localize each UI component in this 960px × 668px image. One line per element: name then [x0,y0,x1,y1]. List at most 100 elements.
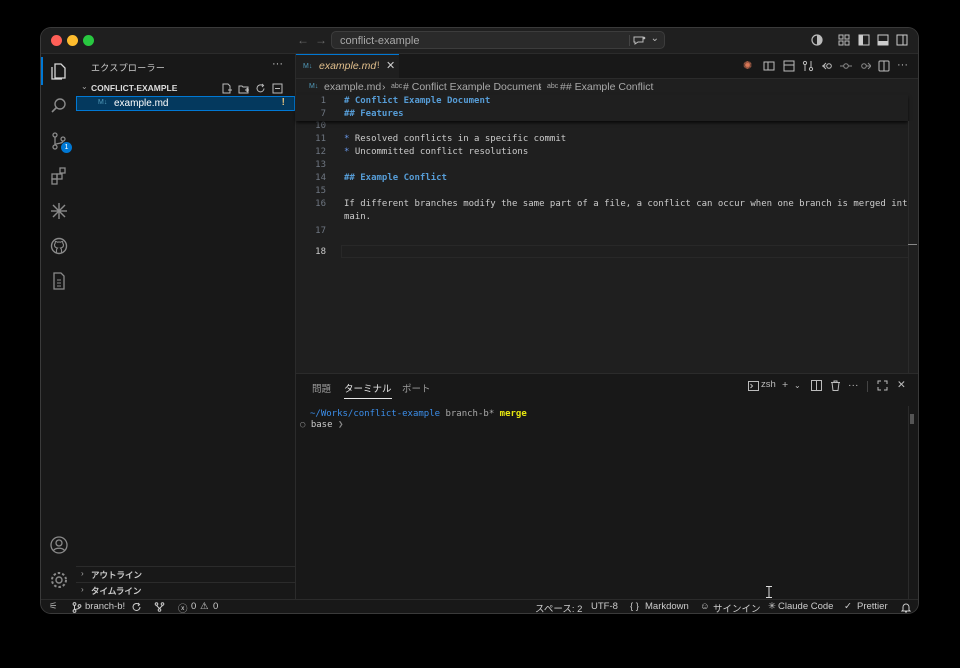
sticky-scroll[interactable]: 1 # Conflict Example Document 7 ## Featu… [296,95,908,121]
shell-name[interactable]: zsh [761,379,776,390]
code-editor[interactable]: 10 conflict resolution diff can show. 11… [296,95,918,335]
tab-terminal[interactable]: ターミナル [344,381,392,399]
activity-bar: 1 [41,54,77,599]
tab-label: example.md [319,60,377,72]
claude-asterisk-icon: ✳ [768,601,776,612]
terminal-input-line[interactable]: ○ base ❯ [300,420,343,430]
split-editor-icon[interactable] [878,60,890,72]
line-number: 10 [315,121,326,131]
editor-scrollbar[interactable] [908,121,918,374]
copilot-chat-icon[interactable] [633,35,646,46]
zoom-window-button[interactable] [83,35,94,46]
document-list-icon[interactable] [49,271,69,291]
open-changes-icon[interactable] [821,60,833,72]
toggle-primary-sidebar-icon[interactable] [858,34,870,46]
toggle-panel-icon[interactable] [877,34,889,46]
folder-name: CONFLICT-EXAMPLE [91,83,178,93]
terminal-scroll-thumb[interactable] [910,414,914,424]
github-icon[interactable] [49,236,69,256]
claude-code-icon[interactable]: ✺ [743,59,752,72]
new-terminal-icon[interactable]: + [782,379,788,391]
notifications-bell-icon[interactable] [901,602,911,613]
line-number: 16 [315,199,326,209]
breadcrumb-heading-2[interactable]: ## Example Conflict [560,81,653,93]
more-actions-icon[interactable]: ··· [848,379,859,391]
collapse-all-icon[interactable] [272,83,283,94]
split-terminal-icon[interactable] [811,380,822,391]
new-file-icon[interactable] [221,83,232,94]
settings-gear-icon[interactable] [49,570,69,590]
explorer-icon[interactable] [49,61,69,81]
close-window-button[interactable] [51,35,62,46]
terminal-scrollbar[interactable] [908,406,918,599]
code-line: * Resolved conflicts in a specific commi… [344,134,566,144]
branch-name[interactable]: branch-b! [85,601,125,612]
tab-problems[interactable]: 問題 [312,381,331,395]
warning-count[interactable]: 0 [213,601,218,612]
code-line-wrapped: main. [344,212,372,222]
git-lens-icon[interactable] [783,60,795,72]
account-icon[interactable] [49,535,69,555]
file-item-example-md[interactable]: M↓ example.md ! [76,96,295,111]
workspace-folder[interactable]: ⌄ CONFLICT-EXAMPLE [76,81,295,96]
forward-arrow-icon[interactable]: → [315,33,327,47]
close-icon[interactable]: ✕ [386,59,395,72]
refresh-icon[interactable] [255,83,266,94]
error-count[interactable]: 0 [191,601,196,612]
more-actions-icon[interactable]: ··· [897,59,908,71]
chevron-down-icon[interactable]: ⌄ [794,381,801,390]
previous-change-icon[interactable] [840,60,852,72]
indentation-status[interactable]: スペース: 2 [535,601,582,613]
minimap-cursor-marker [908,244,917,245]
remote-indicator-icon[interactable]: ⚟ [49,601,58,612]
compare-changes-icon[interactable] [802,60,814,72]
code-line: * Uncommitted conflict resolutions [344,147,528,157]
errors-icon[interactable]: ⓧ [178,601,188,613]
sticky-heading: ## Features [344,109,404,119]
breadcrumb: M↓ example.md › abc # Conflict Example D… [296,79,918,95]
command-center-search[interactable]: conflict-example ⌄ [331,31,665,49]
chevron-down-icon[interactable]: ⌄ [651,33,659,44]
encoding-status[interactable]: UTF-8 [591,601,618,612]
timeline-section[interactable]: › タイムライン [76,582,295,598]
customize-layout-icon[interactable] [838,34,850,46]
status-bar: ⚟ branch-b! ⓧ 0 ⚠ 0 スペース: 2 UTF-8 { } Ma… [41,599,918,613]
new-folder-icon[interactable] [238,83,249,94]
language-mode[interactable]: Markdown [645,601,689,612]
close-panel-icon[interactable]: ✕ [897,379,906,391]
tab-ports[interactable]: ポート [402,381,431,395]
claude-spark-icon[interactable] [49,201,69,221]
prettier-status[interactable]: Prettier [857,601,888,612]
tab-example-md[interactable]: M↓ example.md ! ✕ [296,54,399,78]
next-change-icon[interactable] [859,60,871,72]
signin-status[interactable]: サインイン [713,601,761,613]
chevron-right-icon: › [81,569,84,578]
sync-icon[interactable] [131,602,142,612]
source-control-icon[interactable]: 1 [49,131,72,153]
trash-icon[interactable] [830,380,841,391]
maximize-panel-icon[interactable] [877,380,888,391]
file-name: example.md [114,98,169,109]
toggle-secondary-sidebar-icon[interactable] [896,34,908,46]
terminal-prompt-line: ~/Works/conflict-example branch-b* merge [310,409,527,419]
sticky-heading: # Conflict Example Document [344,96,491,106]
extensions-icon[interactable] [49,166,69,186]
breadcrumb-heading-1[interactable]: # Conflict Example Document [403,81,541,93]
markdown-file-icon: M↓ [303,63,313,70]
line-number: 11 [315,134,326,144]
braces-icon: { } [630,601,639,612]
breadcrumb-file[interactable]: example.md [324,81,381,93]
minimize-window-button[interactable] [67,35,78,46]
warning-icon[interactable]: ⚠ [200,601,209,612]
open-preview-icon[interactable] [763,60,775,72]
claude-code-status[interactable]: Claude Code [778,601,833,612]
git-graph-icon[interactable] [154,602,165,612]
outline-section[interactable]: › アウトライン [76,566,295,582]
accounts-copilot-icon[interactable] [811,34,823,46]
terminal-icon[interactable] [748,381,759,391]
search-icon[interactable] [49,96,69,116]
terminal-env: base [310,420,333,430]
more-actions-icon[interactable]: ··· [272,58,283,70]
line-number: 12 [315,147,326,157]
back-arrow-icon[interactable]: ← [297,33,309,47]
